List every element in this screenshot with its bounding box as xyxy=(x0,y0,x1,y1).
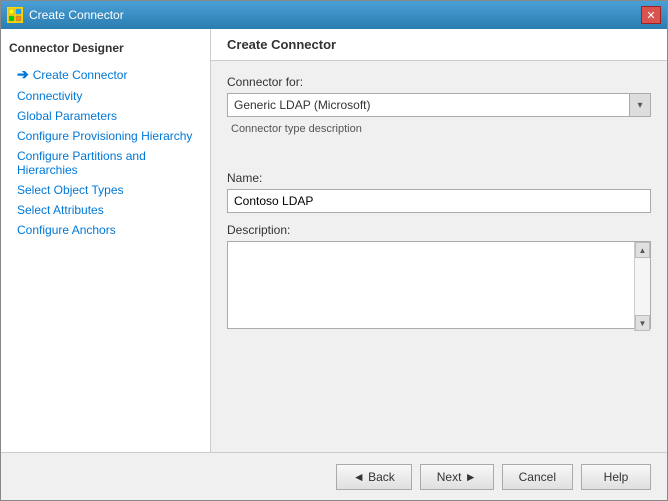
name-input[interactable] xyxy=(227,189,651,213)
scroll-up-button[interactable]: ▲ xyxy=(635,242,650,258)
sidebar: Connector Designer ➔ Create Connector Co… xyxy=(1,29,211,452)
scroll-down-button[interactable]: ▼ xyxy=(635,315,650,331)
title-bar: Create Connector ✕ xyxy=(1,1,667,29)
title-bar-left: Create Connector xyxy=(7,7,124,23)
footer: ◄ Back Next ► Cancel Help xyxy=(1,452,667,500)
connector-type-select[interactable]: Generic LDAP (Microsoft) Active Director… xyxy=(227,93,651,117)
cancel-button[interactable]: Cancel xyxy=(502,464,573,490)
description-textarea[interactable] xyxy=(227,241,651,329)
main-panel-header: Create Connector xyxy=(211,29,667,61)
main-window: Create Connector ✕ Connector Designer ➔ … xyxy=(0,0,668,501)
description-wrapper: ▲ ▼ xyxy=(227,241,651,332)
arrow-icon: ➔ xyxy=(17,66,29,83)
description-label: Description: xyxy=(227,223,651,237)
name-label: Name: xyxy=(227,171,651,185)
sidebar-item-select-object-types[interactable]: Select Object Types xyxy=(1,180,210,200)
help-button[interactable]: Help xyxy=(581,464,651,490)
close-button[interactable]: ✕ xyxy=(641,6,661,24)
sidebar-item-configure-partitions[interactable]: Configure Partitions and Hierarchies xyxy=(1,146,210,180)
sidebar-item-label: Create Connector xyxy=(33,68,128,82)
name-group: Name: xyxy=(227,171,651,213)
sidebar-item-configure-provisioning[interactable]: Configure Provisioning Hierarchy xyxy=(1,126,210,146)
sidebar-item-connectivity[interactable]: Connectivity xyxy=(1,86,210,106)
sidebar-item-create-connector[interactable]: ➔ Create Connector xyxy=(1,63,210,86)
window-title: Create Connector xyxy=(29,8,124,22)
next-button[interactable]: Next ► xyxy=(420,464,494,490)
app-icon xyxy=(7,7,23,23)
main-content: Connector for: Generic LDAP (Microsoft) … xyxy=(211,61,667,452)
sidebar-item-global-parameters[interactable]: Global Parameters xyxy=(1,106,210,126)
connector-for-label: Connector for: xyxy=(227,75,651,89)
sidebar-item-select-attributes[interactable]: Select Attributes xyxy=(1,200,210,220)
description-group: Description: ▲ ▼ xyxy=(227,223,651,332)
sidebar-item-configure-anchors[interactable]: Configure Anchors xyxy=(1,220,210,240)
main-panel: Create Connector Connector for: Generic … xyxy=(211,29,667,452)
connector-type-description: Connector type description xyxy=(227,121,651,161)
description-scrollbar: ▲ ▼ xyxy=(634,242,650,331)
title-bar-controls: ✕ xyxy=(641,6,661,24)
connector-dropdown-wrapper: Generic LDAP (Microsoft) Active Director… xyxy=(227,93,651,117)
content-area: Connector Designer ➔ Create Connector Co… xyxy=(1,29,667,452)
connector-for-group: Connector for: Generic LDAP (Microsoft) … xyxy=(227,75,651,161)
back-button[interactable]: ◄ Back xyxy=(336,464,412,490)
sidebar-header: Connector Designer xyxy=(1,37,210,63)
